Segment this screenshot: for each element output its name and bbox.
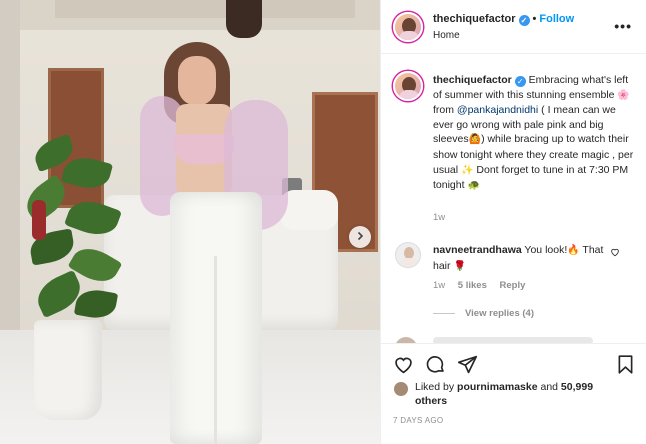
liked-prefix: Liked by <box>415 381 458 393</box>
post-date[interactable]: 7 DAYS AGO <box>393 416 443 425</box>
post-header: thechiquefactor ✓ • Follow Home ••• <box>381 0 646 54</box>
share-icon[interactable] <box>457 354 479 376</box>
verified-icon: ✓ <box>514 76 526 87</box>
emoji: 🔥 <box>567 245 580 256</box>
emoji: 🌹 <box>453 260 466 272</box>
carousel-next-button[interactable] <box>349 226 371 248</box>
action-bar <box>393 354 637 378</box>
post-panel: thechiquefactor ✓ • Follow Home ••• thechiq… <box>380 0 646 444</box>
emoji: 🌸 <box>617 89 630 101</box>
reply-button[interactable]: Reply <box>500 280 526 291</box>
plant <box>19 133 124 330</box>
ceiling-lamp <box>226 0 262 38</box>
heart-icon[interactable] <box>393 354 415 376</box>
caption-timestamp: 1w <box>433 212 446 223</box>
divider <box>433 312 455 314</box>
follow-button[interactable]: Follow <box>539 13 574 25</box>
emoji: 🙆 <box>468 134 482 146</box>
chevron-right-icon <box>355 231 365 244</box>
separator-dot: • <box>532 13 537 25</box>
view-replies-button[interactable]: View replies (4) <box>433 308 534 319</box>
caption-username[interactable]: thechiquefactor <box>433 74 512 86</box>
liked-by-text: Liked by pournimamaske and 50,999 others <box>415 380 625 409</box>
ceiling-band <box>55 0 355 18</box>
caption-author-avatar[interactable] <box>393 71 423 101</box>
more-icon[interactable]: ••• <box>614 18 632 34</box>
author-avatar[interactable] <box>393 12 423 42</box>
verified-icon: ✓ <box>518 15 530 26</box>
caption-part: from <box>433 104 457 117</box>
commenter-username[interactable]: navneetrandhawa <box>433 244 522 256</box>
post-location[interactable]: Home <box>433 30 460 41</box>
post-image[interactable] <box>0 0 380 444</box>
comment-text: navneetrandhawa You look!🔥 That hair 🌹 <box>433 243 613 274</box>
comment-like-heart-icon[interactable] <box>610 247 620 260</box>
caption-mention[interactable]: @pankajandnidhi <box>457 104 538 116</box>
plant-pot <box>34 320 102 420</box>
comment-likes-link[interactable]: 5 likes <box>458 280 487 291</box>
comment-timestamp: 1w <box>433 280 446 291</box>
liked-middle: and <box>537 381 561 393</box>
post-footer: Liked by pournimamaske and 50,999 others… <box>381 343 646 444</box>
comment-meta: 1w 5 likes Reply <box>433 280 535 291</box>
emoji: ✨ <box>461 164 474 176</box>
view-replies-label: View replies (4) <box>465 308 534 319</box>
emoji: 🐢 <box>467 180 480 192</box>
model <box>140 42 290 444</box>
liker-username[interactable]: pournimamaske <box>457 381 538 393</box>
author-username[interactable]: thechiquefactor <box>433 13 516 25</box>
liker-avatar[interactable] <box>393 381 409 397</box>
caption-text: thechiquefactor ✓ Embracing what's left o… <box>433 73 637 194</box>
bookmark-icon[interactable] <box>615 354 637 376</box>
comment-part: You look! <box>521 244 568 256</box>
comments-section[interactable]: thechiquefactor ✓ Embracing what's left o… <box>381 55 646 347</box>
comment-icon[interactable] <box>425 354 447 376</box>
commenter-avatar[interactable] <box>395 242 421 268</box>
